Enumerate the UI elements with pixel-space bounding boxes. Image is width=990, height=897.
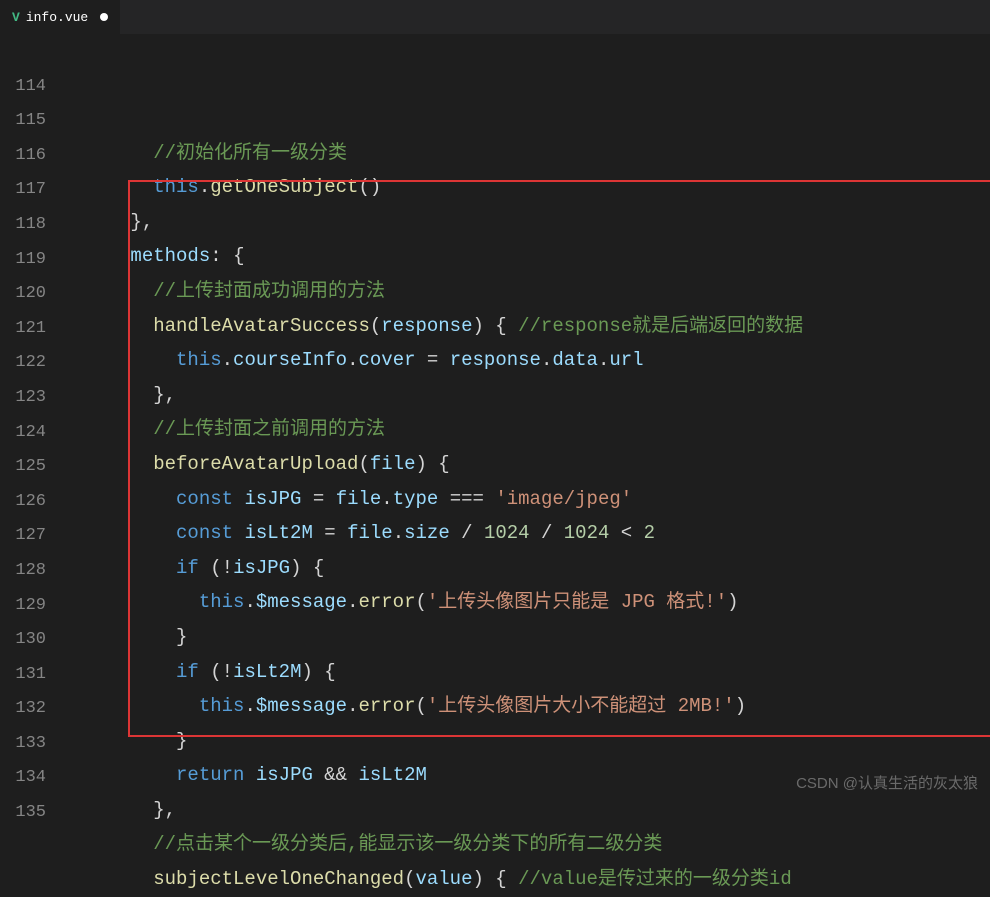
code-line[interactable]: //初始化所有一级分类 [62,136,990,171]
line-number: 135 [0,796,46,831]
code-line[interactable]: //上传封面之前调用的方法 [62,412,990,447]
line-number: 131 [0,658,46,693]
line-number: 130 [0,623,46,658]
code-line[interactable]: if (!isJPG) { [62,551,990,586]
modified-indicator-icon [100,13,108,21]
code-line[interactable]: }, [62,378,990,413]
code-line[interactable]: //上传封面成功调用的方法 [62,274,990,309]
code-content[interactable]: //初始化所有一级分类 this.getOneSubject() }, meth… [62,35,990,809]
editor-tab[interactable]: V info.vue [0,0,120,34]
line-number: 117 [0,173,46,208]
line-number: 124 [0,416,46,451]
vue-file-icon: V [12,10,20,25]
code-line[interactable]: methods: { [62,239,990,274]
code-line[interactable]: }, [62,793,990,828]
line-number: 133 [0,727,46,762]
code-line[interactable]: this.courseInfo.cover = response.data.ur… [62,343,990,378]
code-line[interactable]: //点击某个一级分类后,能显示该一级分类下的所有二级分类 [62,827,990,862]
line-number: 125 [0,450,46,485]
code-line[interactable]: subjectLevelOneChanged(value) { //value是… [62,862,990,897]
line-number: 126 [0,485,46,520]
code-line[interactable]: this.$message.error('上传头像图片只能是 JPG 格式!') [62,585,990,620]
line-number: 132 [0,692,46,727]
line-number: 115 [0,104,46,139]
code-line[interactable]: if (!isLt2M) { [62,655,990,690]
line-number: 123 [0,381,46,416]
code-line[interactable]: return isJPG && isLt2M [62,758,990,793]
code-line[interactable]: this.getOneSubject() [62,170,990,205]
tab-filename: info.vue [26,10,88,25]
line-number: 129 [0,589,46,624]
line-number: 121 [0,312,46,347]
line-number: 114 [0,70,46,105]
line-number: 128 [0,554,46,589]
line-number [0,35,46,70]
code-line[interactable]: }, [62,205,990,240]
code-line[interactable]: } [62,620,990,655]
tab-bar: V info.vue [0,0,990,35]
line-number: 122 [0,346,46,381]
line-number: 134 [0,761,46,796]
code-line[interactable]: const isJPG = file.type === 'image/jpeg' [62,482,990,517]
code-editor[interactable]: 1141151161171181191201211221231241251261… [0,35,990,809]
line-number: 120 [0,277,46,312]
line-number: 118 [0,208,46,243]
line-number: 127 [0,519,46,554]
code-line[interactable] [62,101,990,136]
code-line[interactable]: handleAvatarSuccess(response) { //respon… [62,309,990,344]
code-line[interactable]: this.$message.error('上传头像图片大小不能超过 2MB!') [62,689,990,724]
line-number: 119 [0,243,46,278]
code-line[interactable]: beforeAvatarUpload(file) { [62,447,990,482]
code-line[interactable]: const isLt2M = file.size / 1024 / 1024 <… [62,516,990,551]
line-number-gutter: 1141151161171181191201211221231241251261… [0,35,62,809]
line-number: 116 [0,139,46,174]
code-line[interactable]: } [62,724,990,759]
